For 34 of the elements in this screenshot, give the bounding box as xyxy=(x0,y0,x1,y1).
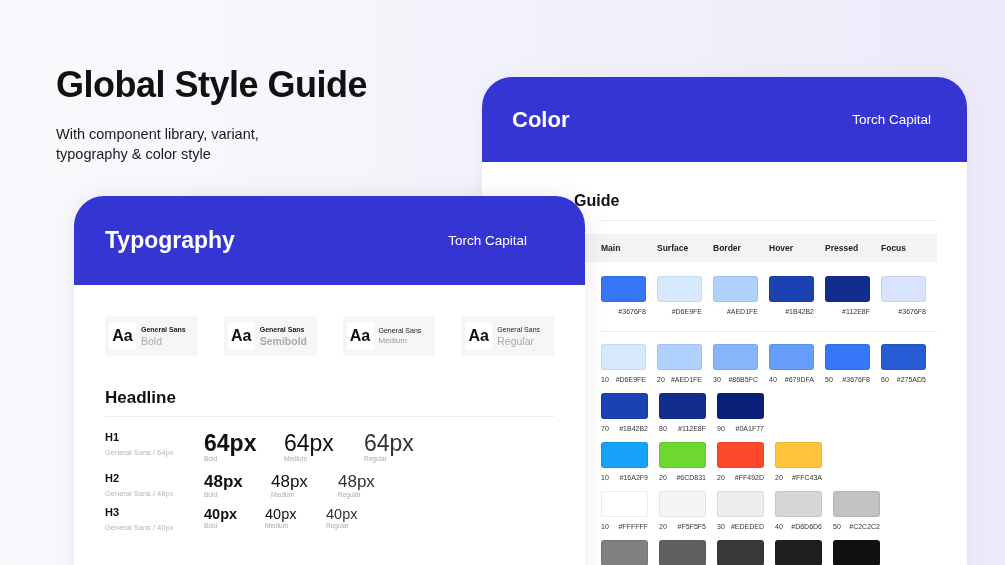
page-title: Global Style Guide xyxy=(56,64,369,106)
column-label: Main xyxy=(601,243,622,253)
heading-level: H2 xyxy=(105,472,121,484)
column-label: Border xyxy=(713,243,742,253)
size-sample: 48px xyxy=(338,472,376,491)
column-label: Focus xyxy=(881,243,908,253)
brand-name: Torch Capital xyxy=(852,112,931,127)
section-title: Guide xyxy=(574,192,621,210)
font-weight-label: Medium xyxy=(378,336,408,345)
font-sample: Aa xyxy=(465,322,493,350)
column-label: Hover xyxy=(769,243,795,253)
section-title: Headline xyxy=(105,388,177,408)
brand-name: Torch Capital xyxy=(448,233,527,248)
font-weight-label: Regular xyxy=(497,334,536,347)
size-sample: 64px xyxy=(364,431,415,455)
font-weight-label: Bold xyxy=(141,334,163,347)
size-sample: 40px xyxy=(326,506,359,522)
heading-level: H1 xyxy=(105,431,121,443)
column-label: Surface xyxy=(657,243,690,253)
size-sample: 64px xyxy=(284,431,335,455)
column-label: Pressed xyxy=(825,243,860,253)
font-sample: Aa xyxy=(227,322,255,350)
size-sample: 64px xyxy=(204,431,258,455)
size-sample: 40px xyxy=(265,506,298,522)
heading-level: H3 xyxy=(105,506,121,518)
font-weight-label: Semibold xyxy=(259,334,307,347)
font-sample: Aa xyxy=(109,322,136,350)
page-subtitle: With component library, variant, typography & color style xyxy=(56,125,260,164)
size-sample: 48px xyxy=(204,472,244,491)
size-sample: 48px xyxy=(271,472,309,491)
card-title: Typography xyxy=(105,227,235,254)
font-sample: Aa xyxy=(346,322,374,350)
size-sample: 40px xyxy=(204,506,239,522)
card-title: Color xyxy=(512,106,570,133)
